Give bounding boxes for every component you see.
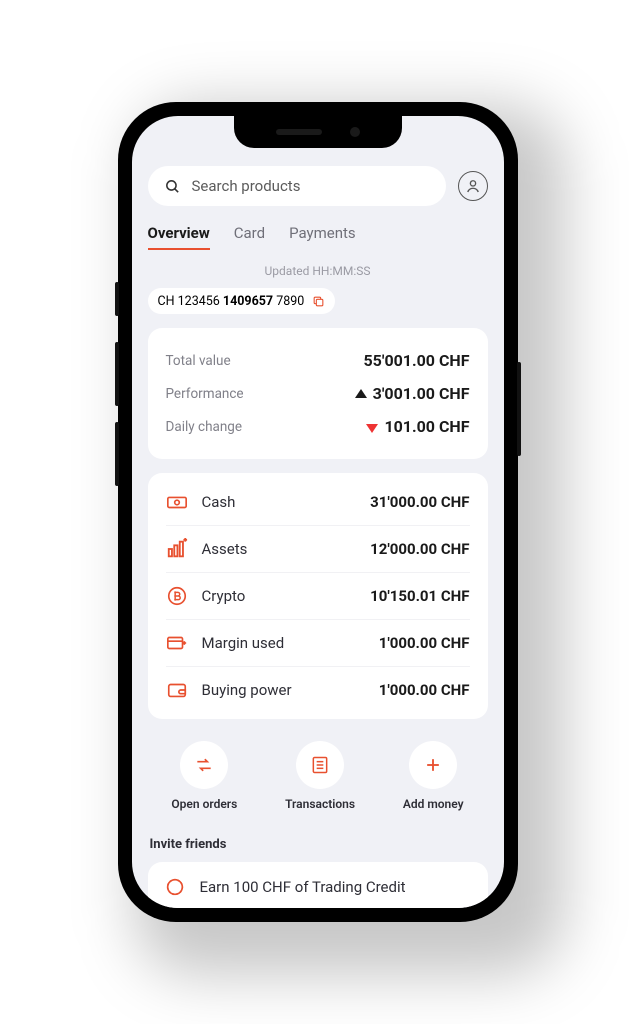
stat-daily-change: Daily change 101.00 CHF bbox=[166, 410, 470, 443]
phone-button-vol-down bbox=[115, 422, 119, 486]
invite-card[interactable]: Earn 100 CHF of Trading Credit bbox=[148, 862, 488, 908]
balance-buying-power[interactable]: Buying power 1'000.00 CHF bbox=[166, 666, 470, 713]
invite-heading: Invite friends bbox=[148, 837, 488, 852]
swap-icon bbox=[194, 755, 214, 775]
phone-button-power bbox=[517, 362, 521, 456]
action-open-orders[interactable]: Open orders bbox=[171, 741, 237, 811]
margin-icon bbox=[166, 632, 188, 654]
phone-frame: Overview Card Payments Updated HH:MM:SS … bbox=[118, 102, 518, 922]
account-number: CH 123456 1409657 7890 bbox=[158, 294, 305, 309]
profile-icon bbox=[464, 177, 482, 195]
notch bbox=[234, 116, 402, 148]
actions-row: Open orders Transactions Add money bbox=[148, 741, 488, 811]
action-add-money[interactable]: Add money bbox=[403, 741, 464, 811]
balance-assets[interactable]: Assets 12'000.00 CHF bbox=[166, 525, 470, 572]
phone-button-silent bbox=[115, 282, 119, 316]
updated-label: Updated HH:MM:SS bbox=[148, 264, 488, 278]
search-icon bbox=[162, 175, 184, 197]
tabs: Overview Card Payments bbox=[148, 224, 488, 250]
balance-margin[interactable]: Margin used 1'000.00 CHF bbox=[166, 619, 470, 666]
wallet-icon bbox=[166, 679, 188, 701]
stats-card: Total value 55'001.00 CHF Performance 3'… bbox=[148, 328, 488, 459]
screen: Overview Card Payments Updated HH:MM:SS … bbox=[132, 116, 504, 908]
gift-icon bbox=[164, 876, 186, 898]
stat-performance: Performance 3'001.00 CHF bbox=[166, 377, 470, 410]
search-input[interactable] bbox=[192, 177, 432, 195]
profile-button[interactable] bbox=[458, 171, 488, 201]
assets-icon bbox=[166, 538, 188, 560]
plus-icon bbox=[423, 755, 443, 775]
balances-card: Cash 31'000.00 CHF Assets 12'000.00 CHF bbox=[148, 473, 488, 719]
balance-cash[interactable]: Cash 31'000.00 CHF bbox=[166, 479, 470, 525]
tab-payments[interactable]: Payments bbox=[289, 224, 356, 250]
account-chip[interactable]: CH 123456 1409657 7890 bbox=[148, 288, 336, 314]
crypto-icon bbox=[166, 585, 188, 607]
balance-crypto[interactable]: Crypto 10'150.01 CHF bbox=[166, 572, 470, 619]
down-icon bbox=[366, 424, 378, 433]
stat-total: Total value 55'001.00 CHF bbox=[166, 344, 470, 377]
tab-card[interactable]: Card bbox=[234, 224, 265, 250]
phone-button-vol-up bbox=[115, 342, 119, 406]
up-icon bbox=[355, 389, 367, 398]
action-transactions[interactable]: Transactions bbox=[285, 741, 355, 811]
invite-section: Invite friends Earn 100 CHF of Trading C… bbox=[148, 837, 488, 908]
cash-icon bbox=[166, 491, 188, 513]
copy-icon[interactable] bbox=[312, 295, 325, 308]
list-icon bbox=[310, 755, 330, 775]
search-bar[interactable] bbox=[148, 166, 446, 206]
tab-overview[interactable]: Overview bbox=[148, 224, 210, 250]
